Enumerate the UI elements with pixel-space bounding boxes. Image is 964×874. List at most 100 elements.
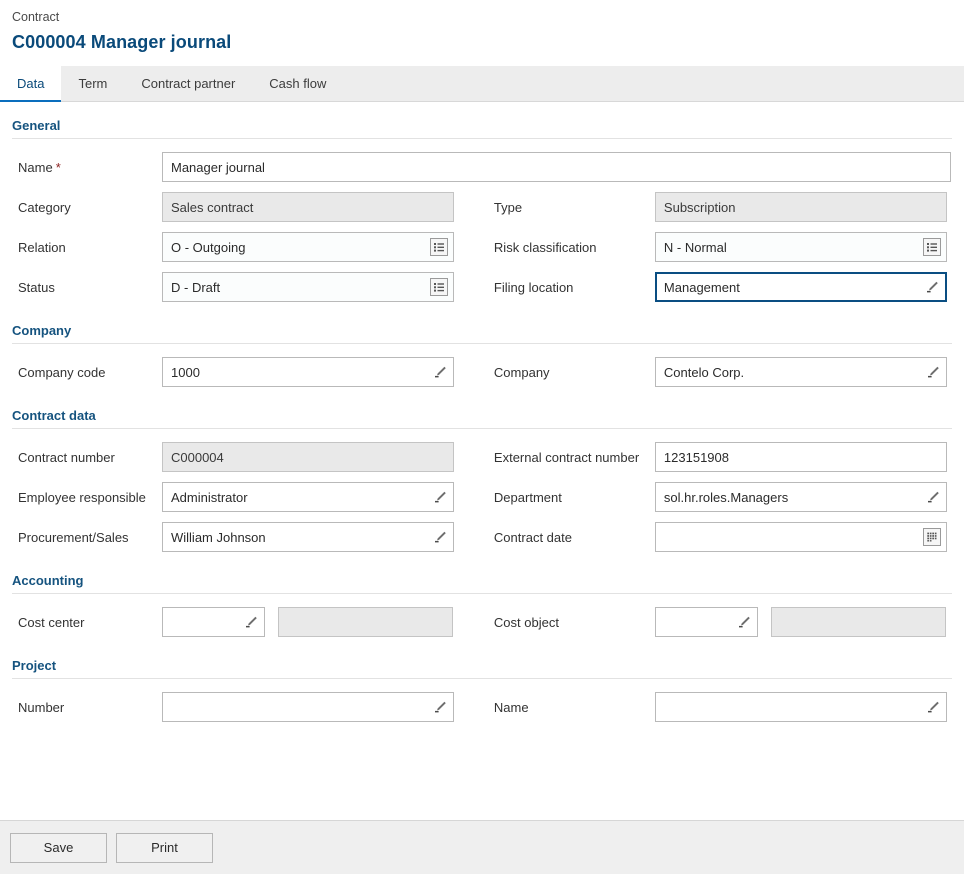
form-row-cost: Cost center Cost object [12, 602, 952, 642]
list-picker-icon[interactable] [430, 238, 448, 256]
required-marker: * [55, 159, 61, 175]
pencil-icon[interactable] [926, 490, 941, 505]
section-company: Company Company code 1000 Company Contel… [12, 323, 952, 392]
label-name: Name * [18, 159, 61, 175]
label-category: Category [18, 199, 71, 215]
label-procurement-sales: Procurement/Sales [18, 529, 129, 545]
form-row-relation-risk: Relation O - Outgoing Risk classificatio… [12, 227, 952, 267]
cost-center-description-field [278, 607, 453, 637]
footer-toolbar: Save Print [0, 820, 964, 874]
tab-term-label: Term [78, 76, 108, 91]
pencil-icon[interactable] [925, 280, 940, 295]
form-row-status-filing: Status D - Draft Filing location Managem… [12, 267, 952, 307]
section-general: General Name * Manager journal Category … [12, 118, 952, 307]
department-field-value: sol.hr.roles.Managers [663, 489, 789, 505]
print-button[interactable]: Print [116, 832, 213, 863]
risk-classification-field-value: N - Normal [663, 239, 727, 255]
cost-center-field[interactable] [162, 607, 265, 637]
tab-data[interactable]: Data [0, 66, 62, 102]
label-contract-number: Contract number [18, 449, 115, 465]
project-number-field[interactable] [162, 692, 454, 722]
breadcrumb: Contract [12, 10, 60, 24]
section-contract-data-title: Contract data [12, 408, 96, 423]
section-company-title: Company [12, 323, 72, 338]
contract-date-field[interactable] [654, 522, 947, 552]
cost-object-description-field [770, 607, 946, 637]
status-field-value: D - Draft [171, 279, 221, 295]
procurement-sales-field[interactable]: William Johnson [162, 522, 454, 552]
external-contract-number-field-value: 123151908 [663, 449, 729, 465]
label-type: Type [493, 199, 523, 215]
pencil-icon[interactable] [433, 530, 448, 545]
label-status: Status [18, 279, 55, 295]
section-project-title: Project [12, 658, 57, 673]
employee-responsible-field[interactable]: Administrator [162, 482, 454, 512]
tab-bar: Data Term Contract partner Cash flow [0, 66, 964, 102]
name-field-value: Manager journal [171, 159, 265, 175]
label-filing-location: Filing location [493, 279, 574, 295]
status-field[interactable]: D - Draft [162, 272, 454, 302]
company-field-value: Contelo Corp. [663, 364, 745, 380]
pencil-icon[interactable] [433, 490, 448, 505]
project-name-field[interactable] [654, 692, 947, 722]
filing-location-field-value: Management [663, 279, 740, 295]
label-cost-object: Cost object [493, 614, 559, 630]
label-cost-center: Cost center [18, 614, 85, 630]
label-employee-responsible: Employee responsible [18, 489, 146, 505]
category-field: Sales contract [162, 192, 454, 222]
page-header: Contract C000004 Manager journal [0, 0, 964, 55]
label-contract-date: Contract date [493, 529, 572, 545]
company-code-field-value: 1000 [171, 364, 200, 380]
relation-field[interactable]: O - Outgoing [162, 232, 454, 262]
category-field-value: Sales contract [171, 199, 254, 215]
employee-responsible-field-value: Administrator [171, 489, 248, 505]
cost-object-field[interactable] [654, 607, 758, 637]
section-general-title: General [12, 118, 61, 133]
pencil-icon[interactable] [737, 615, 752, 630]
form-row-project: Number Name [12, 687, 952, 727]
external-contract-number-field[interactable]: 123151908 [654, 442, 947, 472]
form-row-category-type: Category Sales contract Type Subscriptio… [12, 187, 952, 227]
label-department: Department [493, 489, 562, 505]
filing-location-field[interactable]: Management [654, 272, 947, 302]
label-company: Company [493, 364, 550, 380]
form-row-company: Company code 1000 Company Contelo Corp. [12, 352, 952, 392]
section-accounting: Accounting Cost center Cost object [12, 573, 952, 642]
section-contract-data: Contract data Contract number C000004 Ex… [12, 408, 952, 557]
pencil-icon[interactable] [433, 365, 448, 380]
tab-term[interactable]: Term [61, 66, 124, 101]
pencil-icon[interactable] [244, 615, 259, 630]
save-button[interactable]: Save [10, 832, 107, 863]
label-relation: Relation [18, 239, 66, 255]
contract-number-field-value: C000004 [171, 449, 224, 465]
form-row-procurement-date: Procurement/Sales William Johnson Contra… [12, 517, 952, 557]
tab-cash-flow[interactable]: Cash flow [252, 66, 343, 101]
form-row-name: Name * Manager journal [12, 147, 952, 187]
list-picker-icon[interactable] [430, 278, 448, 296]
tab-contract-partner-label: Contract partner [141, 76, 236, 91]
contract-form-page: Contract C000004 Manager journal Data Te… [0, 0, 964, 874]
procurement-sales-field-value: William Johnson [171, 529, 266, 545]
pencil-icon[interactable] [926, 365, 941, 380]
list-picker-icon[interactable] [922, 238, 941, 256]
contract-number-field: C000004 [162, 442, 454, 472]
calendar-icon[interactable] [922, 528, 941, 546]
form-row-employee-department: Employee responsible Administrator Depar… [12, 477, 952, 517]
relation-field-value: O - Outgoing [171, 239, 246, 255]
tab-contract-partner[interactable]: Contract partner [124, 66, 252, 101]
label-external-contract-number: External contract number [493, 449, 640, 465]
tab-data-label: Data [17, 76, 45, 91]
form-body: General Name * Manager journal Category … [0, 102, 964, 820]
section-accounting-title: Accounting [12, 573, 84, 588]
type-field-value: Subscription [663, 199, 736, 215]
company-code-field[interactable]: 1000 [162, 357, 454, 387]
department-field[interactable]: sol.hr.roles.Managers [654, 482, 947, 512]
company-field[interactable]: Contelo Corp. [654, 357, 947, 387]
form-row-contract-numbers: Contract number C000004 External contrac… [12, 437, 952, 477]
pencil-icon[interactable] [926, 700, 941, 715]
page-title: C000004 Manager journal [12, 32, 232, 52]
risk-classification-field[interactable]: N - Normal [654, 232, 947, 262]
pencil-icon[interactable] [433, 700, 448, 715]
label-company-code: Company code [18, 364, 106, 380]
name-field[interactable]: Manager journal [162, 152, 951, 182]
